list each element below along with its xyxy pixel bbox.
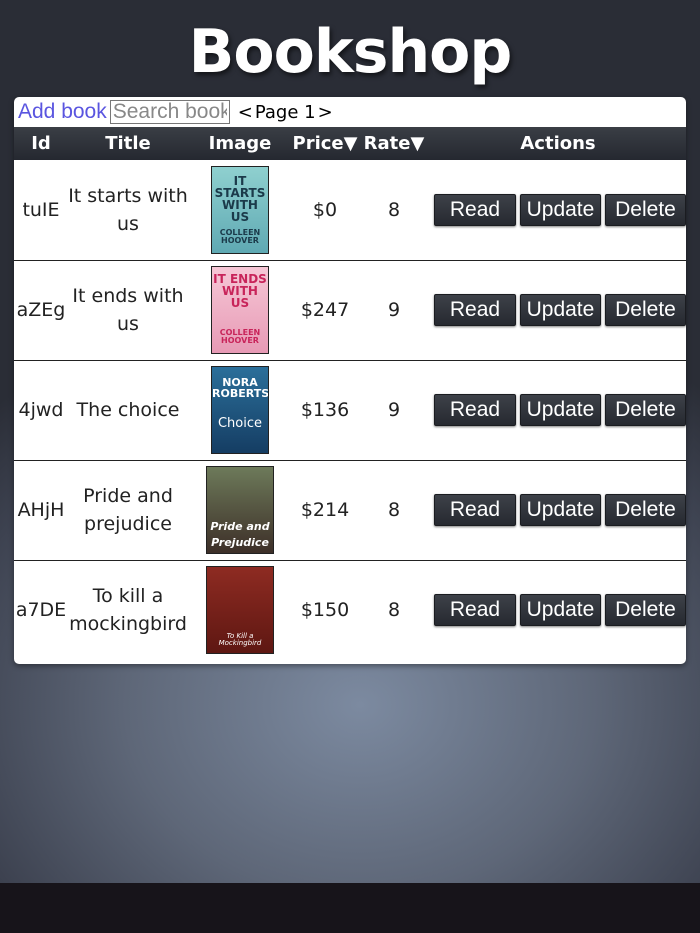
book-id: aZEg xyxy=(16,299,66,321)
book-price: $0 xyxy=(312,198,338,221)
update-button[interactable]: Update xyxy=(519,294,601,326)
book-image-cell: IT STARTS WITH US COLLEEN HOOVER xyxy=(188,160,292,260)
bottom-bar xyxy=(0,883,700,933)
table-row: 4jwd The choice NORA ROBERTS Choice $136… xyxy=(14,360,686,460)
book-title: To kill a mockingbird xyxy=(69,585,187,636)
book-id: 4jwd xyxy=(18,399,64,421)
update-button[interactable]: Update xyxy=(519,394,601,426)
book-actions: Read Update Delete xyxy=(430,260,686,360)
book-image-cell: To Kill a Mockingbird xyxy=(188,560,292,660)
column-header-price[interactable]: Price▼ xyxy=(292,127,358,160)
book-title: The choice xyxy=(76,399,180,421)
book-price: $150 xyxy=(300,599,350,622)
column-header-title: Title xyxy=(105,133,151,154)
book-actions: Read Update Delete xyxy=(430,160,686,260)
search-input[interactable] xyxy=(109,100,230,124)
table-row: a7DE To kill a mockingbird To Kill a Moc… xyxy=(14,560,686,660)
read-button[interactable]: Read xyxy=(434,294,516,326)
book-id: a7DE xyxy=(15,599,67,622)
book-title: It ends with us xyxy=(72,285,184,335)
delete-button[interactable]: Delete xyxy=(604,193,686,226)
table-row: aZEg It ends with us IT ENDS WITH US COL… xyxy=(14,260,686,360)
pagination: < Page 1 > xyxy=(236,102,335,123)
update-button[interactable]: Update xyxy=(519,494,601,526)
book-price: $247 xyxy=(300,299,350,321)
book-rate: 8 xyxy=(387,599,401,622)
book-image-cell: IT ENDS WITH US COLLEEN HOOVER xyxy=(188,260,292,360)
column-header-image: Image xyxy=(208,133,272,154)
book-title: It starts with us xyxy=(68,184,188,235)
book-actions: Read Update Delete xyxy=(430,360,686,460)
book-cover-image: Pride and Prejudice xyxy=(206,466,274,554)
table-row: tuIE It starts with us IT STARTS WITH US… xyxy=(14,160,686,260)
table-row: AHjH Pride and prejudice Pride and Preju… xyxy=(14,460,686,560)
books-panel: Add book < Page 1 > Id Title Image Price… xyxy=(14,97,686,664)
next-page-button[interactable]: > xyxy=(316,102,335,123)
column-header-price-label: Price xyxy=(292,133,344,154)
read-button[interactable]: Read xyxy=(434,193,516,226)
sort-desc-icon: ▼ xyxy=(343,133,358,154)
book-image-cell: Pride and Prejudice xyxy=(188,460,292,560)
delete-button[interactable]: Delete xyxy=(604,594,686,627)
toolbar: Add book < Page 1 > xyxy=(14,97,686,127)
book-title: Pride and prejudice xyxy=(83,485,173,535)
prev-page-button[interactable]: < xyxy=(236,102,255,123)
delete-button[interactable]: Delete xyxy=(604,494,686,526)
column-header-rate-label: Rate xyxy=(363,133,411,154)
delete-button[interactable]: Delete xyxy=(604,294,686,326)
book-rate: 8 xyxy=(387,499,401,521)
book-cover-image: IT ENDS WITH US COLLEEN HOOVER xyxy=(211,266,269,354)
book-id: tuIE xyxy=(22,198,60,221)
books-table: Id Title Image Price▼ Rate▼ Actions tuIE… xyxy=(14,127,686,660)
book-rate: 9 xyxy=(387,299,401,321)
column-header-id: Id xyxy=(31,133,51,154)
book-actions: Read Update Delete xyxy=(430,560,686,660)
book-cover-image: To Kill a Mockingbird xyxy=(206,566,274,655)
book-cover-image: IT STARTS WITH US COLLEEN HOOVER xyxy=(211,165,269,254)
add-book-link[interactable]: Add book xyxy=(18,100,107,124)
column-header-actions: Actions xyxy=(520,133,596,154)
page-label: Page 1 xyxy=(254,101,316,123)
column-header-rate[interactable]: Rate▼ xyxy=(358,127,430,160)
update-button[interactable]: Update xyxy=(519,594,601,627)
book-rate: 9 xyxy=(387,399,401,421)
table-header-row: Id Title Image Price▼ Rate▼ Actions xyxy=(14,127,686,160)
app-title: Bookshop xyxy=(188,17,513,87)
read-button[interactable]: Read xyxy=(434,494,516,526)
book-id: AHjH xyxy=(17,499,65,521)
delete-button[interactable]: Delete xyxy=(604,394,686,426)
book-rate: 8 xyxy=(387,198,401,221)
book-image-cell: NORA ROBERTS Choice xyxy=(188,360,292,460)
read-button[interactable]: Read xyxy=(434,394,516,426)
book-price: $214 xyxy=(300,499,350,521)
book-cover-image: NORA ROBERTS Choice xyxy=(211,366,269,454)
sort-desc-icon: ▼ xyxy=(410,133,425,154)
table-body: tuIE It starts with us IT STARTS WITH US… xyxy=(14,160,686,660)
book-actions: Read Update Delete xyxy=(430,460,686,560)
read-button[interactable]: Read xyxy=(434,594,516,627)
update-button[interactable]: Update xyxy=(519,193,601,226)
book-price: $136 xyxy=(300,399,350,421)
